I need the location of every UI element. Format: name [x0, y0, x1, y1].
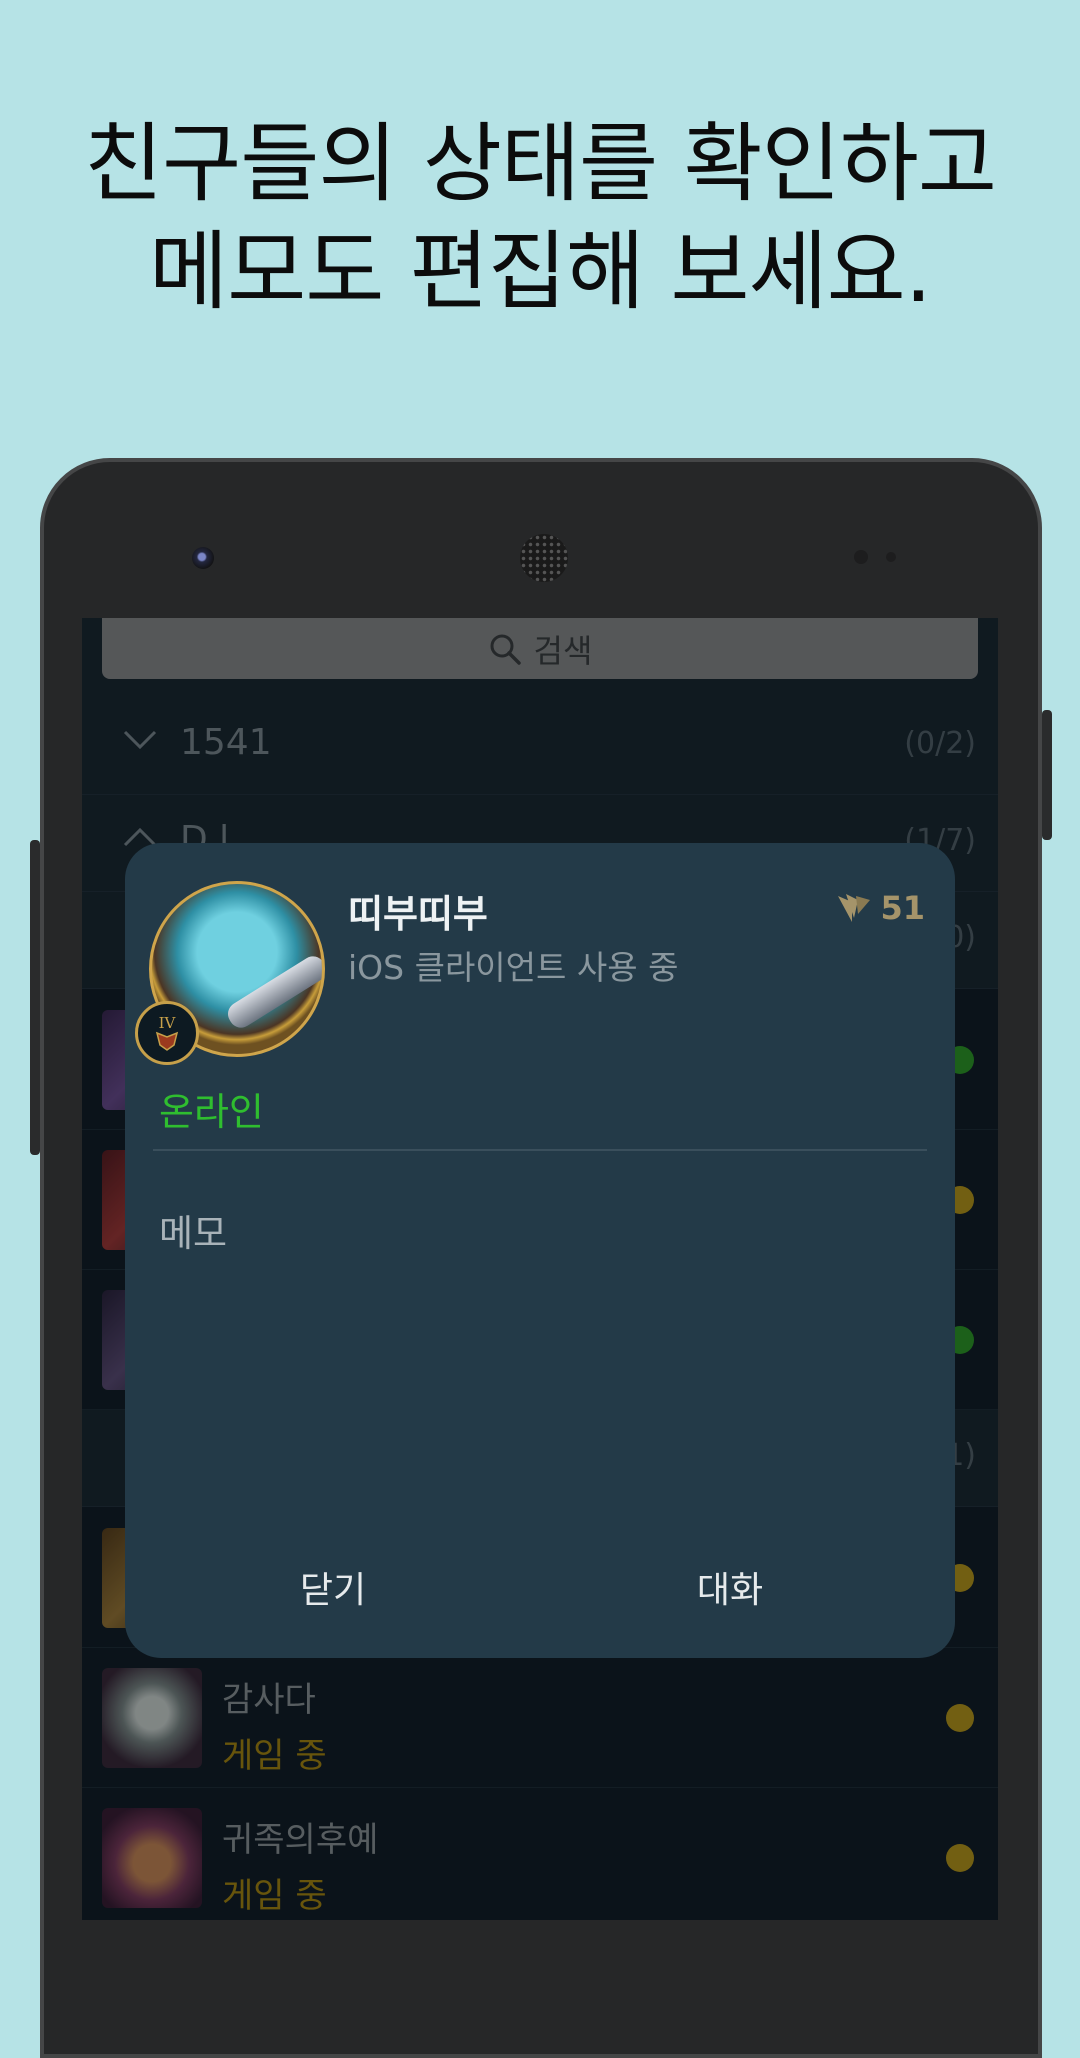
earpiece-speaker-icon: [520, 534, 568, 582]
presence-status: 온라인: [159, 1090, 264, 1134]
client-status: iOS 클라이언트 사용 중: [348, 948, 679, 987]
friend-name: 띠부띠부: [348, 892, 488, 936]
summoner-level: 51: [836, 889, 925, 927]
power-button: [1042, 710, 1052, 840]
memo-field[interactable]: 메모: [159, 1203, 227, 1257]
divider: [153, 1149, 927, 1151]
close-button[interactable]: 닫기: [198, 1561, 468, 1621]
rank-tier: IV: [158, 1014, 176, 1032]
level-wings-icon: [838, 894, 871, 922]
light-sensor-icon: [886, 552, 896, 562]
headline-line-1: 친구들의 상태를 확인하고: [84, 114, 997, 214]
rank-badge: IV: [135, 1001, 199, 1065]
chat-button[interactable]: 대화: [595, 1561, 865, 1621]
front-camera-icon: [192, 547, 214, 569]
volume-button: [30, 840, 40, 1155]
rank-crest-icon: [155, 1031, 179, 1051]
friend-profile-dialog: IV 띠부띠부 iOS 클라이언트 사용 중 51 온라인 메모 닫기 대화: [125, 843, 955, 1658]
promo-headline: 친구들의 상태를 확인하고 메모도 편집해 보세요.: [0, 110, 1080, 326]
headline-line-2: 메모도 편집해 보세요.: [148, 222, 932, 322]
proximity-sensor-icon: [854, 550, 868, 564]
level-value: 51: [880, 889, 925, 927]
